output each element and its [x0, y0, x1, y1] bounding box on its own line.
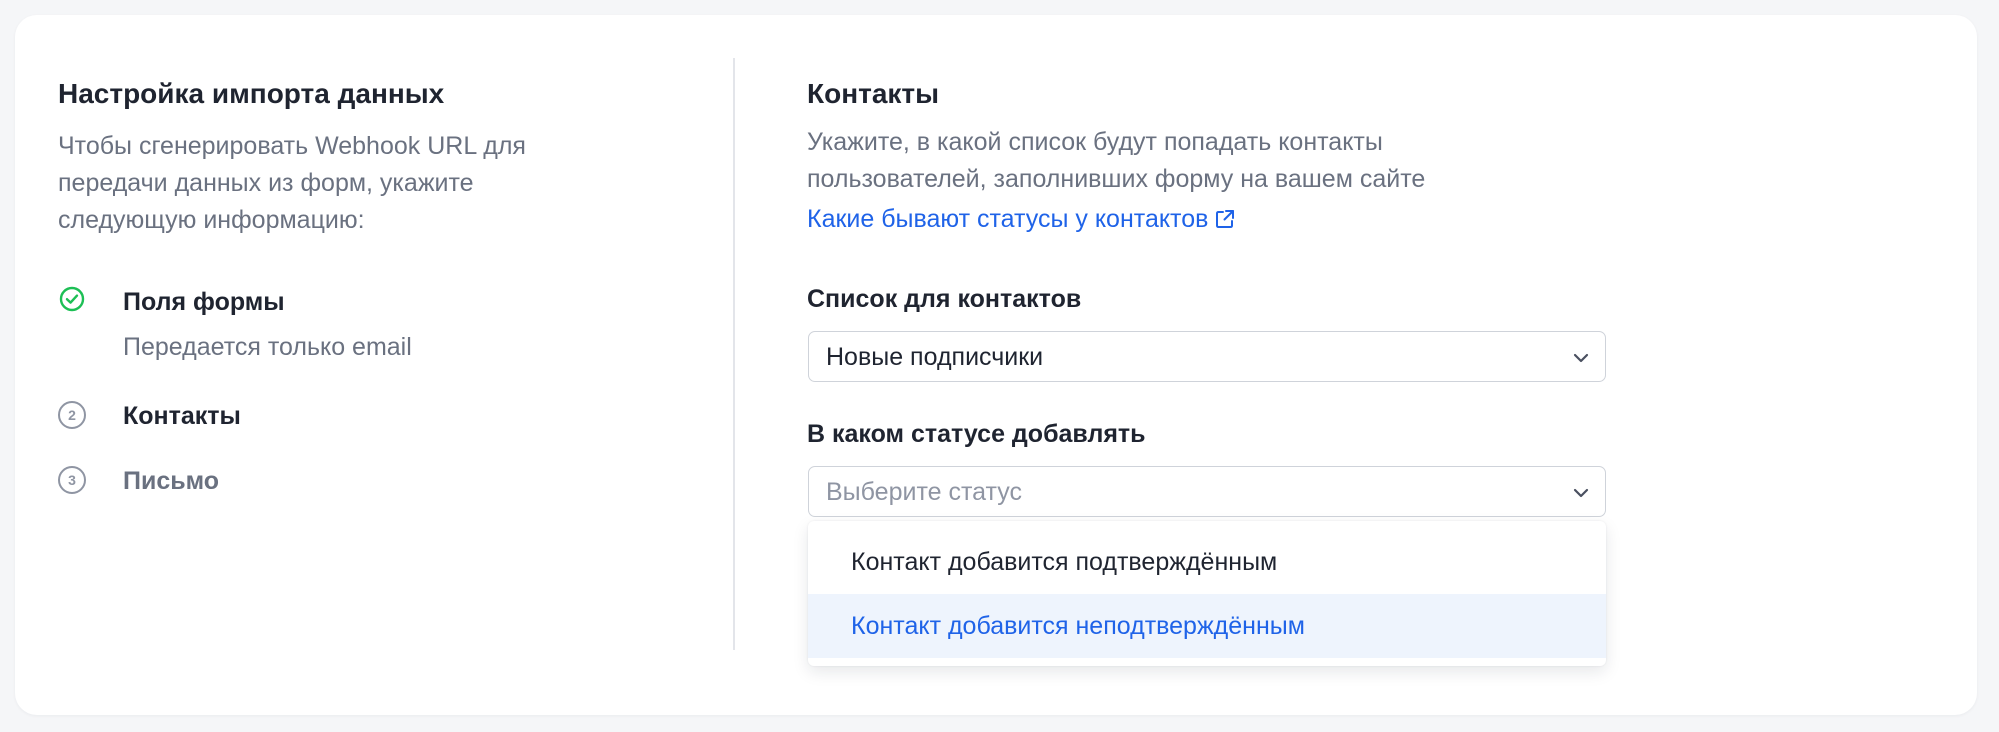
step-label: Поля формы — [123, 288, 285, 316]
description-line: Чтобы сгенерировать Webhook URL для — [58, 132, 526, 160]
section-description: Укажите, в какой список будут попадать к… — [807, 124, 1607, 198]
link-text: Какие бывают статусы у контактов — [807, 205, 1209, 233]
select-placeholder: Выберите статус — [826, 478, 1022, 506]
description-line: пользователей, заполнивших форму на ваше… — [807, 165, 1426, 193]
status-label: В каком статусе добавлять — [807, 420, 1146, 448]
description-line: Укажите, в какой список будут попадать к… — [807, 128, 1383, 156]
step-form-fields[interactable]: Поля формы Передается только email — [58, 284, 658, 361]
contact-list-label: Список для контактов — [807, 285, 1082, 313]
description-line: следующую информацию: — [58, 206, 365, 234]
contacts-panel: Контакты Укажите, в какой список будут п… — [807, 76, 1607, 236]
step-label: Письмо — [123, 467, 220, 495]
contact-statuses-link[interactable]: Какие бывают статусы у контактов — [807, 202, 1236, 236]
check-circle-icon — [59, 286, 85, 312]
import-setup-panel: Настройка импорта данных Чтобы сгенериро… — [58, 76, 658, 239]
step-contacts[interactable]: 2 Контакты — [58, 398, 658, 438]
page-title: Настройка импорта данных — [58, 78, 445, 109]
chevron-down-icon — [1573, 488, 1589, 498]
status-dropdown-menu: Контакт добавится подтверждённым Контакт… — [808, 521, 1606, 666]
status-select[interactable]: Выберите статус — [808, 466, 1606, 517]
step-letter[interactable]: 3 Письмо — [58, 463, 658, 503]
chevron-down-icon — [1573, 353, 1589, 363]
description-line: передачи данных из форм, укажите — [58, 169, 474, 197]
page-description: Чтобы сгенерировать Webhook URL для пере… — [58, 128, 658, 239]
status-option-confirmed[interactable]: Контакт добавится подтверждённым — [808, 530, 1606, 594]
step-subtext: Передается только email — [123, 333, 412, 361]
select-value: Новые подписчики — [826, 343, 1044, 371]
status-option-unconfirmed[interactable]: Контакт добавится неподтверждённым — [808, 594, 1606, 658]
step-label: Контакты — [123, 402, 241, 430]
step-number-icon: 2 — [58, 401, 86, 429]
contact-list-select[interactable]: Новые подписчики — [808, 331, 1606, 382]
external-link-icon — [1216, 210, 1235, 228]
step-number-icon: 3 — [58, 466, 86, 494]
section-title: Контакты — [807, 78, 940, 109]
section-divider — [733, 58, 735, 650]
